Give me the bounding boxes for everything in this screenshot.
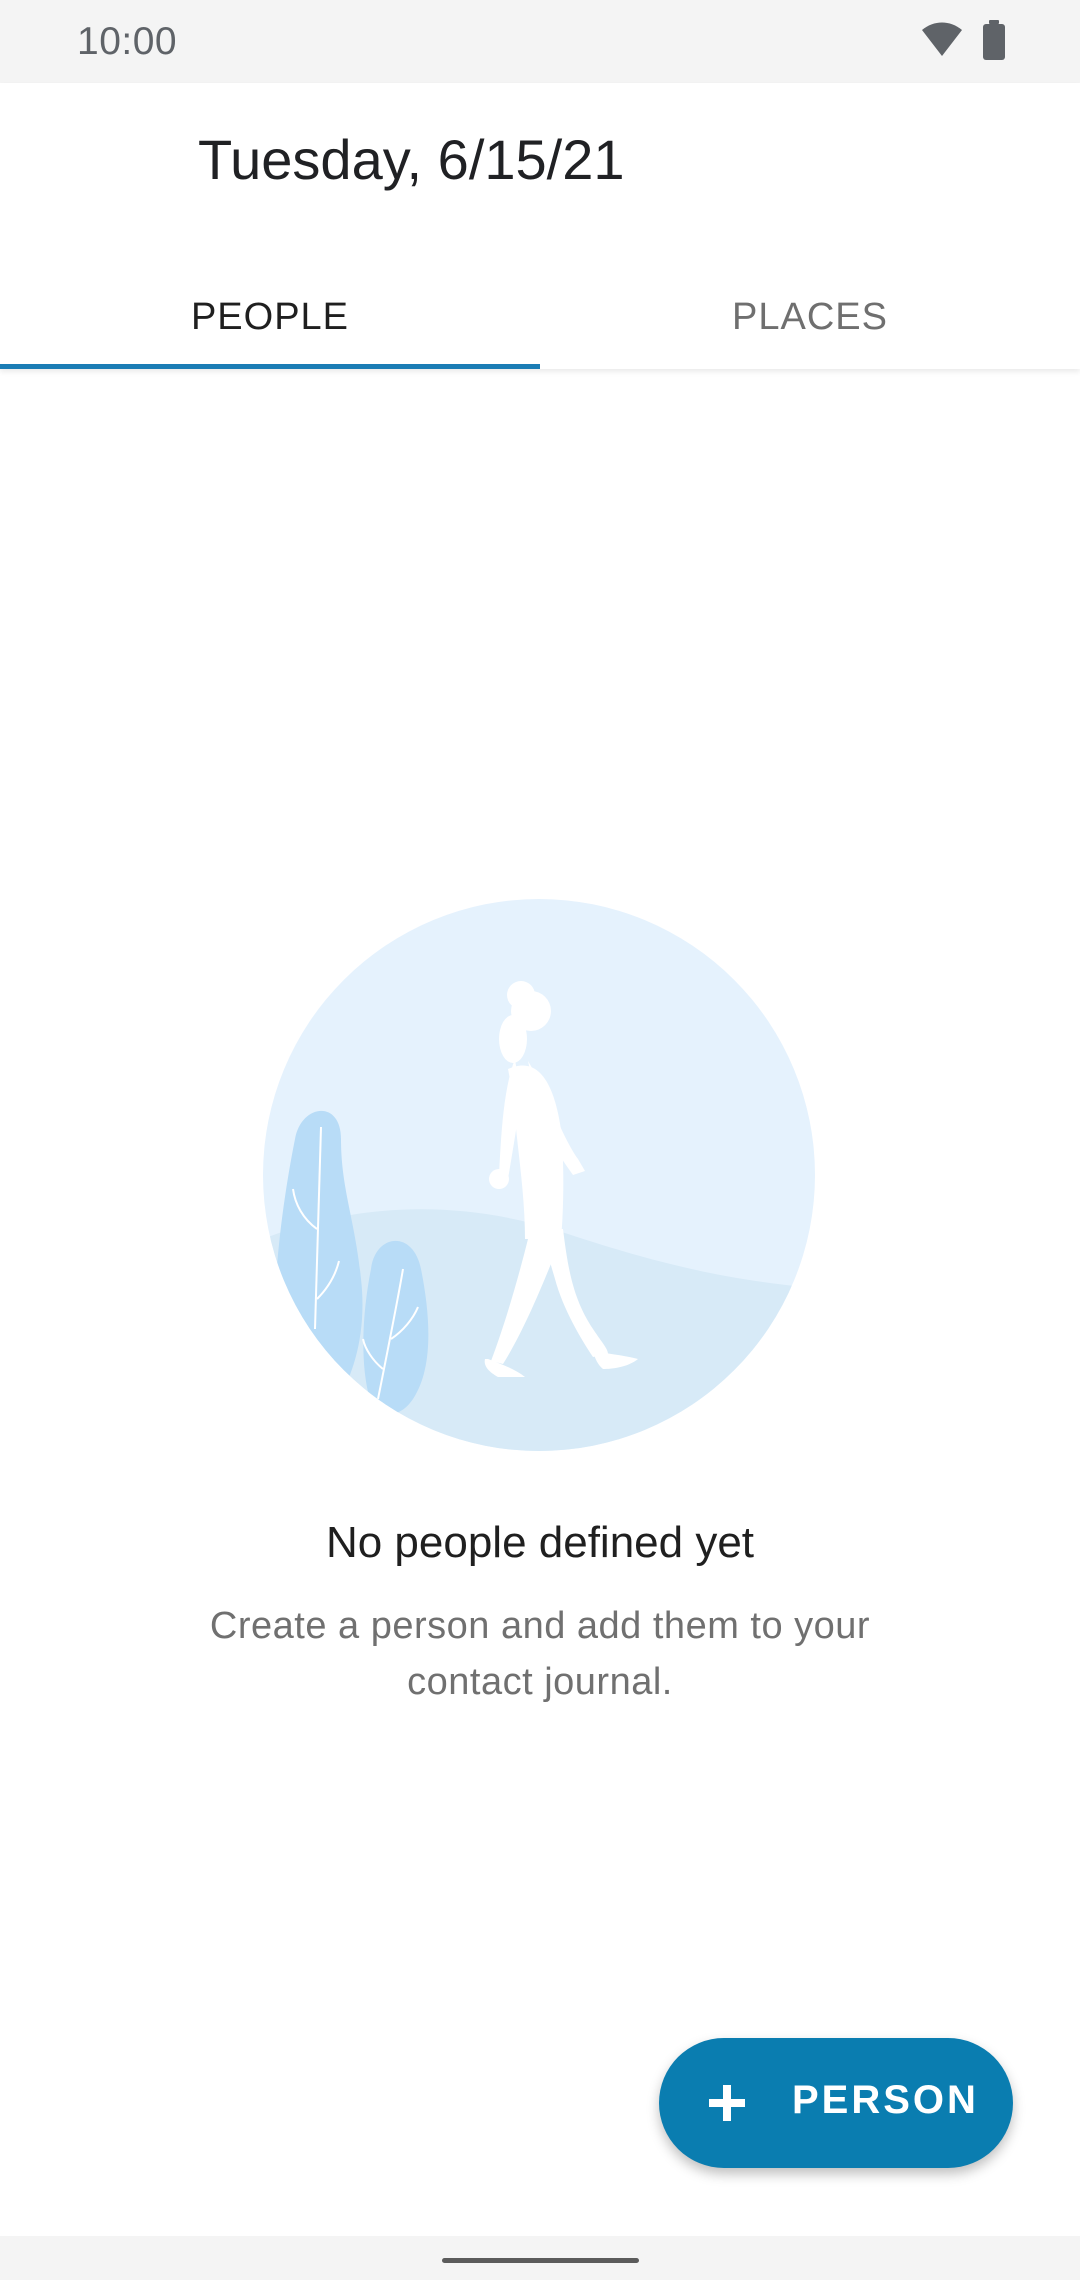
screen: 10:00 Tuesday, 6/15/21 PEOPLE PLACES No …	[0, 0, 1080, 2280]
plus-icon	[707, 2083, 747, 2123]
wifi-icon	[920, 22, 964, 63]
empty-state-title: No people defined yet	[325, 1518, 755, 1567]
app-header: Tuesday, 6/15/21 PEOPLE PLACES	[0, 83, 1080, 369]
status-icons	[920, 19, 1006, 65]
person-walking-illustration	[263, 899, 815, 1451]
tab-places-label: PLACES	[732, 295, 888, 338]
status-time: 10:00	[77, 20, 178, 63]
add-person-label: PERSON	[792, 2078, 979, 2122]
system-nav-bar	[0, 2236, 1080, 2280]
tab-bar: PEOPLE PLACES	[0, 265, 1080, 369]
add-person-button[interactable]: PERSON	[659, 2038, 1013, 2168]
tab-people[interactable]: PEOPLE	[0, 265, 540, 369]
page-title: Tuesday, 6/15/21	[198, 128, 625, 191]
empty-state-description: Create a person and add them to your con…	[209, 1605, 871, 1703]
home-gesture-handle[interactable]	[442, 2258, 639, 2263]
tab-people-label: PEOPLE	[190, 295, 350, 338]
battery-icon	[982, 19, 1006, 65]
tab-indicator	[0, 364, 540, 369]
status-bar: 10:00	[0, 0, 1080, 83]
tab-places[interactable]: PLACES	[540, 265, 1080, 369]
